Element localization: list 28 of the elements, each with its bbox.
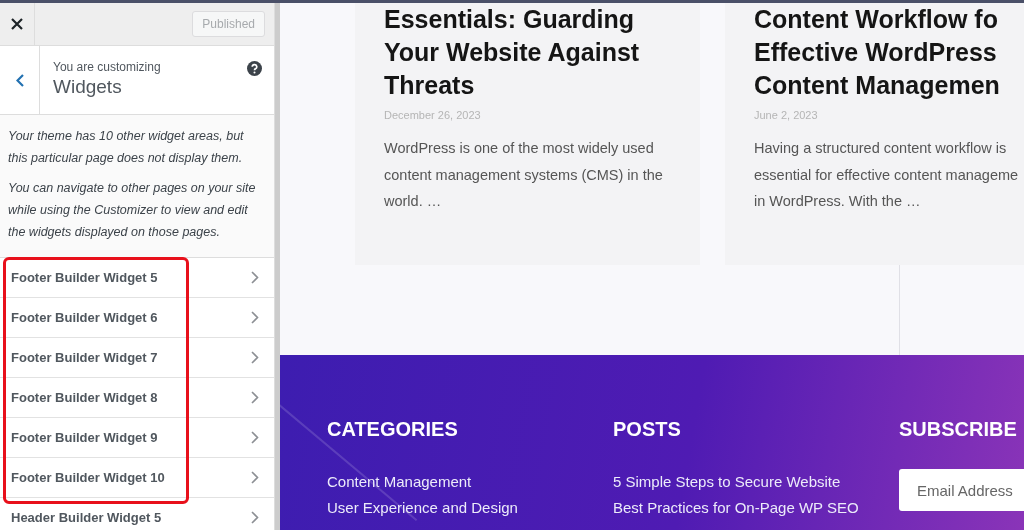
chevron-right-icon [251, 391, 259, 404]
post-excerpt: WordPress is one of the most widely used content management systems (CMS) in the world. … [384, 139, 664, 211]
post-date: June 2, 2023 [754, 109, 819, 121]
post-excerpt: Having a structured content workflow is essential for effective content manageme in WordPress. With the … [754, 139, 1020, 211]
notice-text: Your theme has 10 other widget areas, but this particular page does not display them. [8, 128, 245, 167]
close-icon [11, 18, 23, 30]
footer-link[interactable]: Best Practices for On-Page WP SEO [613, 495, 899, 521]
footer-heading: CATEGORIES [327, 418, 459, 441]
footer-heading: POSTS [613, 418, 682, 441]
help-icon[interactable] [247, 61, 262, 76]
footer-link[interactable]: 5 Simple Steps to Secure Website [613, 469, 899, 495]
post-date: December 26, 2023 [384, 109, 482, 121]
post-title[interactable]: Content Workflow fo Effective WordPress Content Managemen [754, 3, 1024, 102]
back-chevron-icon [15, 73, 24, 87]
chevron-right-icon [251, 431, 259, 444]
footer-heading: SUBSCRIBE [899, 418, 1018, 441]
chevron-right-icon [251, 271, 259, 284]
panel-title: Widgets [53, 76, 123, 98]
chevron-right-icon [251, 511, 259, 524]
chevron-right-icon [251, 311, 259, 324]
customizing-label: You are customizing [53, 60, 162, 74]
footer-link[interactable]: Content Management [327, 469, 613, 495]
email-field[interactable]: Email Address [899, 469, 1024, 511]
notice-text: You can navigate to other pages on your site while using the Customizer to view and edit the widgets displayed on those pages. [8, 180, 257, 241]
footer-link[interactable]: User Experience and Design [327, 495, 613, 521]
chevron-right-icon [251, 471, 259, 484]
chevron-right-icon [251, 351, 259, 364]
post-title[interactable]: Essentials: Guarding Your Website Against Threats [384, 3, 700, 102]
